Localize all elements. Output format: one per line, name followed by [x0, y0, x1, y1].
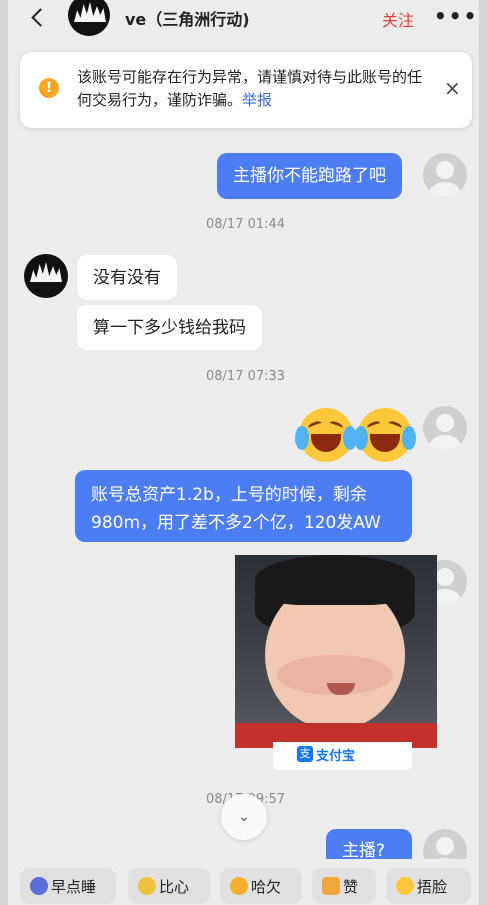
heart-hands-icon	[138, 877, 156, 895]
thumbs-up-icon	[322, 877, 340, 895]
quick-reply-label: 哈欠	[251, 877, 282, 896]
quick-reply-label: 捂脸	[417, 877, 448, 896]
chat-header: ve（三角洲行动) 关注 •••	[8, 0, 479, 40]
my-avatar[interactable]	[423, 153, 467, 197]
more-options-icon[interactable]: •••	[434, 4, 478, 28]
risk-warning-banner: ! 该账号可能存在行为异常，请谨慎对待与此账号的任何交易行为，谨防诈骗。举报 ×	[20, 52, 472, 128]
follow-button[interactable]: 关注	[382, 7, 414, 31]
timestamp: 08/17 01:44	[206, 217, 286, 232]
contact-avatar[interactable]	[68, 0, 110, 36]
report-link[interactable]: 举报	[242, 91, 272, 109]
sent-message[interactable]: 账号总资产1.2b，上号的时候，剩余980m，用了差不多2个亿，120发AW	[75, 470, 412, 542]
sent-message[interactable]: 主播你不能跑路了吧	[217, 153, 402, 199]
scroll-down-button[interactable]: ⌄	[221, 794, 267, 840]
yawn-icon	[230, 877, 248, 895]
timestamp: 08/17 07:33	[206, 369, 286, 384]
quick-reply-facepalm[interactable]: 捂脸	[386, 868, 471, 904]
quick-reply-label: 比心	[159, 877, 190, 896]
left-edge	[0, 0, 8, 905]
my-avatar[interactable]	[423, 406, 467, 450]
close-icon[interactable]: ×	[444, 78, 461, 98]
crying-child-image[interactable]	[235, 555, 437, 748]
right-edge	[479, 0, 487, 905]
warning-icon: !	[39, 78, 59, 98]
quick-reply-like[interactable]: 赞	[312, 868, 376, 904]
my-avatar-partial	[423, 829, 467, 859]
tree-silhouette-icon	[74, 2, 106, 22]
back-arrow-icon[interactable]	[28, 7, 50, 29]
crying-laughing-emoji-icon[interactable]	[354, 408, 416, 462]
warning-text: 该账号可能存在行为异常，请谨慎对待与此账号的任何交易行为，谨防诈骗。举报	[77, 66, 427, 112]
moon-icon	[30, 877, 48, 895]
chevron-down-icon: ⌄	[238, 809, 250, 825]
quick-reply-label: 早点睡	[51, 877, 97, 896]
tree-silhouette-icon	[30, 262, 62, 282]
crying-laughing-emoji-icon[interactable]	[295, 408, 357, 462]
quick-reply-label: 赞	[343, 877, 359, 896]
quick-reply-bar: 早点睡 比心 哈欠 赞 捂脸	[8, 862, 479, 905]
quick-reply-sleep[interactable]: 早点睡	[20, 868, 116, 904]
app-frame: ve（三角洲行动) 关注 ••• ! 该账号可能存在行为异常，请谨慎对待与此账号…	[0, 0, 487, 905]
quick-reply-yawn[interactable]: 哈欠	[220, 868, 302, 904]
received-message[interactable]: 没有没有	[77, 255, 177, 300]
contact-avatar[interactable]	[24, 254, 68, 298]
received-message[interactable]: 算一下多少钱给我码	[77, 305, 262, 350]
sent-message-partial[interactable]: 主播?	[326, 829, 412, 859]
facepalm-icon	[396, 877, 414, 895]
quick-reply-heart[interactable]: 比心	[128, 868, 210, 904]
chat-screen: ve（三角洲行动) 关注 ••• ! 该账号可能存在行为异常，请谨慎对待与此账号…	[8, 0, 479, 905]
contact-name[interactable]: ve（三角洲行动)	[125, 6, 250, 30]
